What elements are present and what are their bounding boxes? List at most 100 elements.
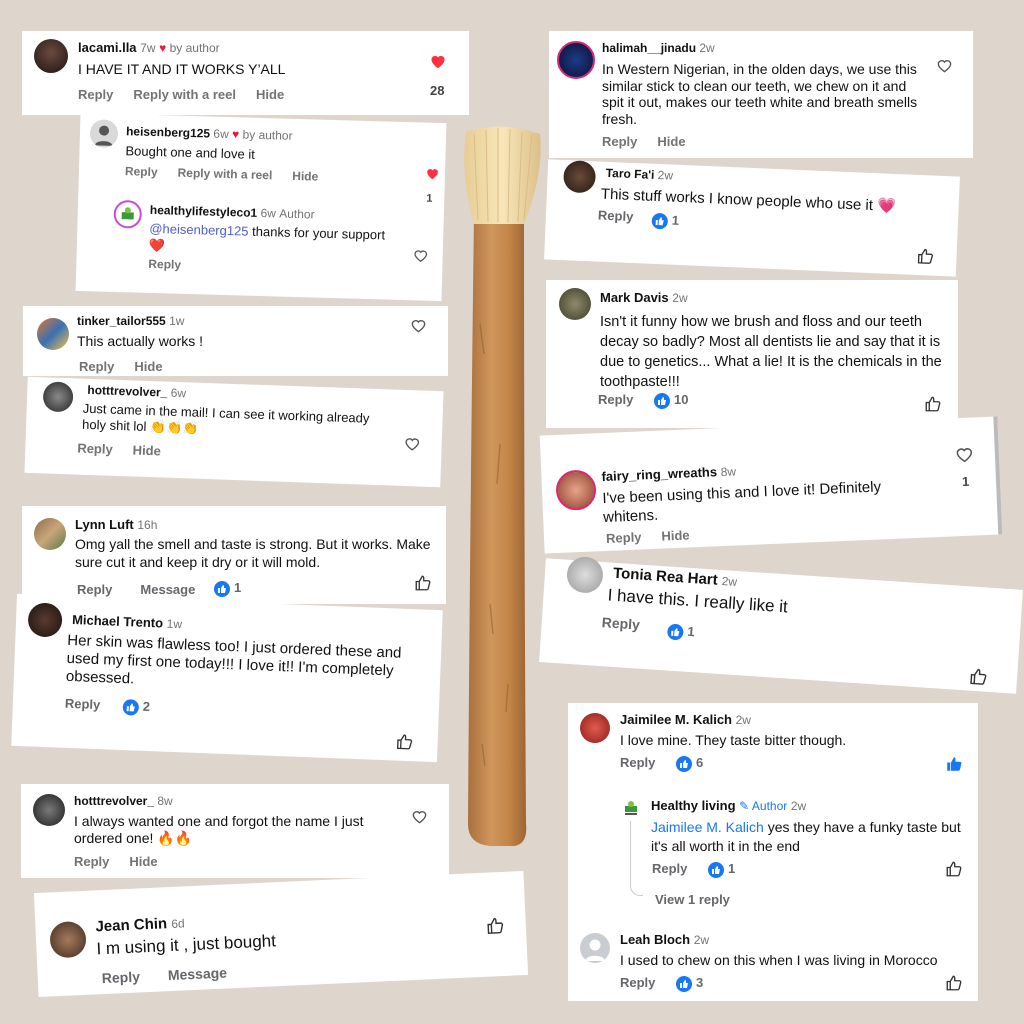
- reply-button[interactable]: Reply: [620, 975, 655, 990]
- hide-button[interactable]: Hide: [256, 87, 284, 102]
- thumbs-up-outline-icon[interactable]: [916, 247, 935, 271]
- reply-button[interactable]: Reply: [598, 208, 634, 224]
- reply-button[interactable]: Reply: [652, 861, 687, 876]
- thumbs-up-outline-icon[interactable]: [968, 667, 989, 692]
- username[interactable]: hotttrevolver_: [74, 794, 154, 808]
- reply-button[interactable]: Reply: [77, 582, 112, 597]
- reply-button[interactable]: Reply: [606, 529, 642, 545]
- heart-outline-icon[interactable]: [411, 809, 428, 829]
- avatar[interactable]: [27, 602, 63, 638]
- username[interactable]: healthylifestyleco1: [150, 203, 258, 220]
- message-button[interactable]: Message: [168, 964, 228, 983]
- username[interactable]: Leah Bloch: [620, 932, 690, 947]
- avatar[interactable]: [34, 39, 68, 73]
- liked-by-author-badge: ♥ by author: [159, 41, 220, 55]
- username[interactable]: Taro Fa'i: [605, 166, 654, 182]
- thumbs-up-filled-icon[interactable]: [945, 755, 963, 778]
- reply-with-reel-button[interactable]: Reply with a reel: [177, 166, 272, 183]
- reply-button[interactable]: Reply: [620, 755, 655, 770]
- thread-line: [630, 821, 643, 896]
- thumbs-up-outline-icon[interactable]: [395, 733, 414, 757]
- thumbs-up-outline-icon[interactable]: [485, 916, 505, 941]
- avatar[interactable]: [34, 518, 66, 550]
- reply-button[interactable]: Reply: [79, 359, 114, 374]
- avatar[interactable]: [562, 160, 597, 194]
- heart-outline-icon[interactable]: [955, 445, 975, 468]
- avatar-default[interactable]: [580, 933, 610, 963]
- username[interactable]: lacami.lla: [78, 40, 137, 55]
- reply-button[interactable]: Reply: [148, 257, 181, 272]
- reply-with-reel-button[interactable]: Reply with a reel: [133, 87, 236, 102]
- username[interactable]: hotttrevolver_: [87, 383, 167, 400]
- username[interactable]: Mark Davis: [600, 290, 669, 305]
- avatar[interactable]: [89, 119, 119, 148]
- username[interactable]: heisenberg125: [126, 124, 210, 140]
- hide-button[interactable]: Hide: [129, 854, 157, 869]
- thumbs-up-outline-icon[interactable]: [945, 860, 963, 883]
- reply-button[interactable]: Reply: [125, 164, 158, 179]
- avatar[interactable]: [565, 555, 605, 595]
- like-indicator: 3: [676, 975, 703, 992]
- reply-button[interactable]: Reply: [77, 441, 113, 457]
- avatar[interactable]: [559, 288, 591, 320]
- heart-outline-icon[interactable]: [936, 58, 953, 78]
- hide-button[interactable]: Hide: [292, 169, 318, 184]
- username[interactable]: Healthy living: [651, 798, 736, 813]
- comment-card-lynn: Lynn Luft 16h Omg yall the smell and tas…: [22, 506, 446, 604]
- comment-text: Just came in the mail! I can see it work…: [81, 400, 370, 436]
- like-count: 28: [430, 83, 445, 98]
- avatar[interactable]: [33, 794, 65, 826]
- timestamp: 2w: [693, 933, 710, 947]
- reply-button[interactable]: Reply: [78, 87, 113, 102]
- username[interactable]: Tonia Rea Hart: [613, 565, 719, 589]
- hide-button[interactable]: Hide: [134, 359, 162, 374]
- username[interactable]: halimah__jinadu: [602, 41, 696, 55]
- thumbs-up-outline-icon[interactable]: [945, 974, 963, 997]
- hide-button[interactable]: Hide: [132, 442, 161, 458]
- like-count: 1: [426, 192, 433, 205]
- heart-outline-icon[interactable]: [410, 318, 427, 338]
- comment-card-lacami: lacami.lla 7w ♥ by author I HAVE IT AND …: [22, 31, 469, 115]
- timestamp: 6w: [260, 205, 277, 221]
- message-button[interactable]: Message: [140, 582, 195, 597]
- like-indicator: 6: [676, 755, 703, 772]
- heart-outline-icon[interactable]: [403, 436, 421, 457]
- reply-button[interactable]: Reply: [602, 134, 637, 149]
- view-replies-link[interactable]: View 1 reply: [655, 892, 730, 907]
- avatar[interactable]: [580, 713, 610, 743]
- avatar[interactable]: [42, 381, 74, 413]
- username[interactable]: fairy_ring_wreaths: [601, 464, 717, 484]
- avatar-healthy-living[interactable]: [620, 797, 642, 819]
- username[interactable]: Michael Trento: [72, 612, 164, 630]
- username[interactable]: Lynn Luft: [75, 517, 134, 532]
- comment-text: Her skin was flawless too! I just ordere…: [65, 631, 402, 688]
- heart-icon[interactable]: [429, 53, 447, 74]
- comment-card-heisenberg: heisenberg125 6w ♥ by author Bought one …: [75, 112, 447, 302]
- avatar-healthylifestyle[interactable]: [113, 199, 143, 229]
- thumbs-up-outline-icon[interactable]: [924, 395, 942, 418]
- hide-button[interactable]: Hide: [661, 527, 690, 543]
- comment-text: Omg yall the smell and taste is strong. …: [75, 536, 431, 570]
- reply-button[interactable]: Reply: [74, 854, 109, 869]
- heart-icon[interactable]: [425, 167, 440, 185]
- timestamp: 6w: [213, 126, 229, 142]
- avatar[interactable]: [49, 920, 87, 959]
- username[interactable]: tinker_tailor555: [77, 314, 166, 328]
- thumbs-up-outline-icon[interactable]: [414, 574, 432, 597]
- heart-icon: ♥: [159, 41, 167, 55]
- avatar[interactable]: [555, 469, 597, 511]
- avatar[interactable]: [37, 318, 69, 350]
- heart-outline-icon[interactable]: [412, 248, 429, 267]
- reply-button[interactable]: Reply: [101, 968, 140, 986]
- reply-button[interactable]: Reply: [65, 696, 101, 712]
- comment-text: Bought one and love it: [125, 143, 256, 162]
- like-icon: [676, 975, 692, 992]
- username[interactable]: Jaimilee M. Kalich: [620, 712, 732, 727]
- reply-button[interactable]: Reply: [601, 614, 640, 632]
- reply-button[interactable]: Reply: [598, 392, 633, 407]
- mention-link[interactable]: Jaimilee M. Kalich: [651, 819, 764, 835]
- mention-link[interactable]: @heisenberg125: [149, 221, 249, 239]
- hide-button[interactable]: Hide: [657, 134, 685, 149]
- avatar[interactable]: [557, 41, 595, 79]
- username[interactable]: Jean Chin: [95, 915, 167, 935]
